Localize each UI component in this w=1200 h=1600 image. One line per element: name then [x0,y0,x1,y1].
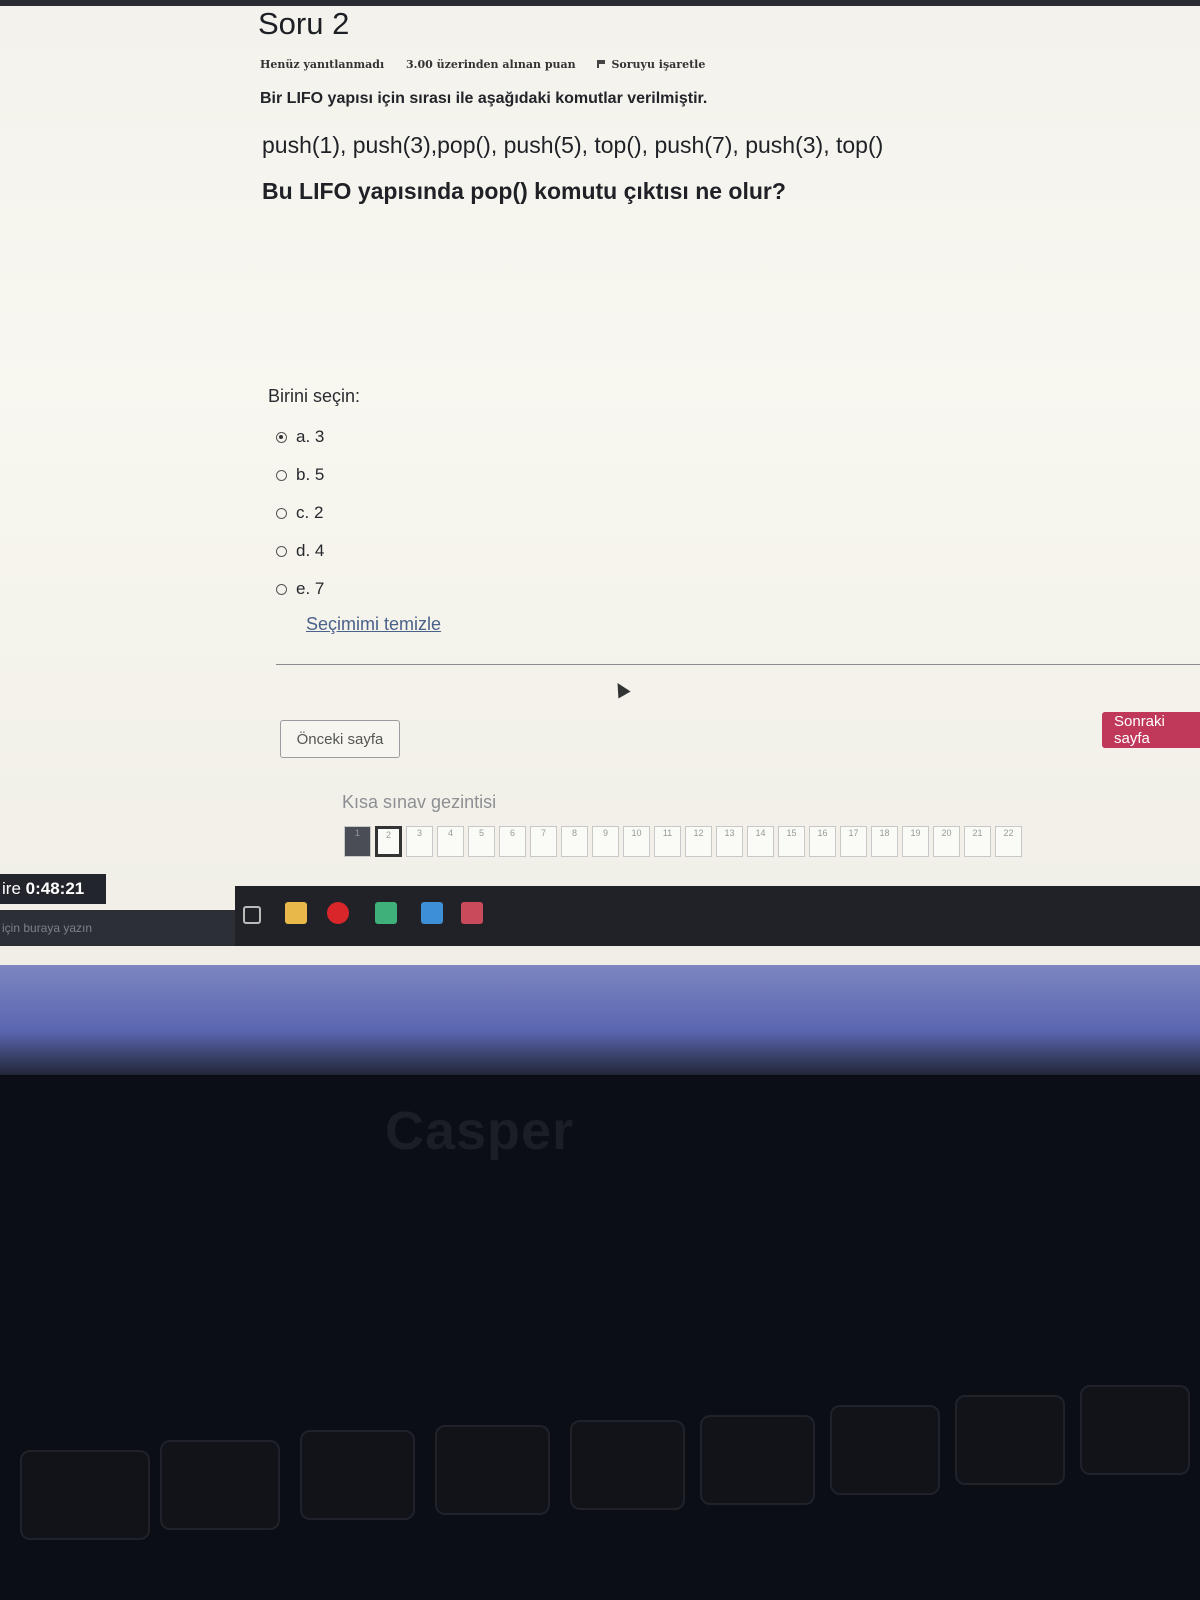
quiz-nav-cell[interactable]: 11 [654,826,681,857]
divider [276,664,1200,665]
answer-option-c[interactable]: c. 2 [276,494,324,532]
question-meta: Henüz yanıtlanmadı 3.00 üzerinden alınan… [260,58,741,71]
keyboard-key [570,1420,685,1510]
answer-options: a. 3 b. 5 c. 2 d. 4 e. 7 [276,418,324,608]
quiz-nav-cell[interactable]: 4 [437,826,464,857]
quiz-navigation-title: Kısa sınav gezintisi [342,792,497,812]
quiz-nav-cell[interactable]: 18 [871,826,898,857]
quiz-nav-cell[interactable]: 9 [592,826,619,857]
quiz-nav-cell[interactable]: 14 [747,826,774,857]
flag-question-link[interactable]: Soruyu işaretle [597,58,723,71]
clear-selection-link[interactable]: Seçimimi temizle [306,614,441,635]
laptop-brand-logo: Casper [385,1101,575,1161]
timer-value: 0:48:21 [25,879,85,898]
quiz-nav-cell[interactable]: 12 [685,826,712,857]
radio-icon[interactable] [276,507,287,519]
app-icon[interactable] [375,902,397,924]
quiz-nav-cell[interactable]: 6 [499,826,526,857]
quiz-nav-cell[interactable]: 3 [406,826,433,857]
quiz-nav-cell[interactable]: 16 [809,826,836,857]
quiz-nav-cell[interactable]: 7 [530,826,557,857]
previous-page-button[interactable]: Önceki sayfa [280,720,400,758]
quiz-nav-cell[interactable]: 5 [468,826,495,857]
question-ask: Bu LIFO yapısında pop() komutu çıktısı n… [262,178,786,204]
radio-icon[interactable] [276,545,287,557]
quiz-nav-cell[interactable]: 19 [902,826,929,857]
timer: ire 0:48:21 [0,874,106,904]
answer-option-label: a. 3 [296,427,325,446]
laptop-bezel [0,965,1200,1075]
answer-prompt: Birini seçin: [268,386,361,406]
keyboard-key [700,1415,815,1505]
quiz-nav-cell[interactable]: 10 [623,826,650,857]
radio-selected-icon[interactable] [276,431,287,443]
keyboard-key [20,1450,150,1540]
radio-icon[interactable] [276,583,287,595]
keyboard-key [830,1405,940,1495]
question-commands: push(1), push(3),pop(), push(5), top(), … [262,132,884,158]
quiz-navigation-grid: 1 2 3 4 5 6 7 8 9 10 11 12 13 14 15 16 17 18 19 20 21 22 [344,826,1022,857]
taskbar-search-input[interactable]: için buraya yazın [0,910,235,946]
timer-label: ire [2,879,21,898]
quiz-nav-cell[interactable]: 2 [375,826,402,857]
keyboard-key [435,1425,550,1515]
quiz-nav-cell[interactable]: 13 [716,826,743,857]
question-title: Soru 2 [258,6,350,41]
answer-option-label: d. 4 [296,541,325,560]
keyboard-key [160,1440,280,1530]
quiz-nav-cell[interactable]: 15 [778,826,805,857]
task-view-icon[interactable] [243,906,261,924]
flag-question-label: Soruyu işaretle [611,58,706,71]
flag-icon [597,60,607,68]
laptop-screen: Soru 2 Henüz yanıtlanmadı 3.00 üzerinden… [0,0,1200,965]
app-icon[interactable] [461,902,483,924]
question-intro: Bir LIFO yapısı için sırası ile aşağıdak… [260,90,708,107]
opera-browser-icon[interactable] [327,902,349,924]
answer-option-label: e. 7 [296,579,325,598]
taskbar [235,886,1200,946]
quiz-nav-cell[interactable]: 21 [964,826,991,857]
quiz-nav-cell[interactable]: 8 [561,826,588,857]
quiz-nav-cell[interactable]: 22 [995,826,1022,857]
answer-option-label: c. 2 [296,503,324,522]
answer-option-label: b. 5 [296,465,325,484]
quiz-nav-cell[interactable]: 17 [840,826,867,857]
file-explorer-icon[interactable] [285,902,307,924]
answer-option-d[interactable]: d. 4 [276,532,324,570]
question-status: Henüz yanıtlanmadı [260,58,385,71]
next-page-button[interactable]: Sonraki sayfa [1102,712,1200,748]
answer-option-b[interactable]: b. 5 [276,456,324,494]
quiz-nav-cell[interactable]: 1 [344,826,371,857]
question-points: 3.00 üzerinden alınan puan [406,58,576,71]
app-icon[interactable] [421,902,443,924]
keyboard-key [1080,1385,1190,1475]
keyboard-key [300,1430,415,1520]
keyboard-key [955,1395,1065,1485]
browser-top-edge [0,0,1200,6]
quiz-nav-cell[interactable]: 20 [933,826,960,857]
mouse-cursor-icon [611,679,631,699]
answer-option-e[interactable]: e. 7 [276,570,324,608]
answer-option-a[interactable]: a. 3 [276,418,324,456]
radio-icon[interactable] [276,469,287,481]
